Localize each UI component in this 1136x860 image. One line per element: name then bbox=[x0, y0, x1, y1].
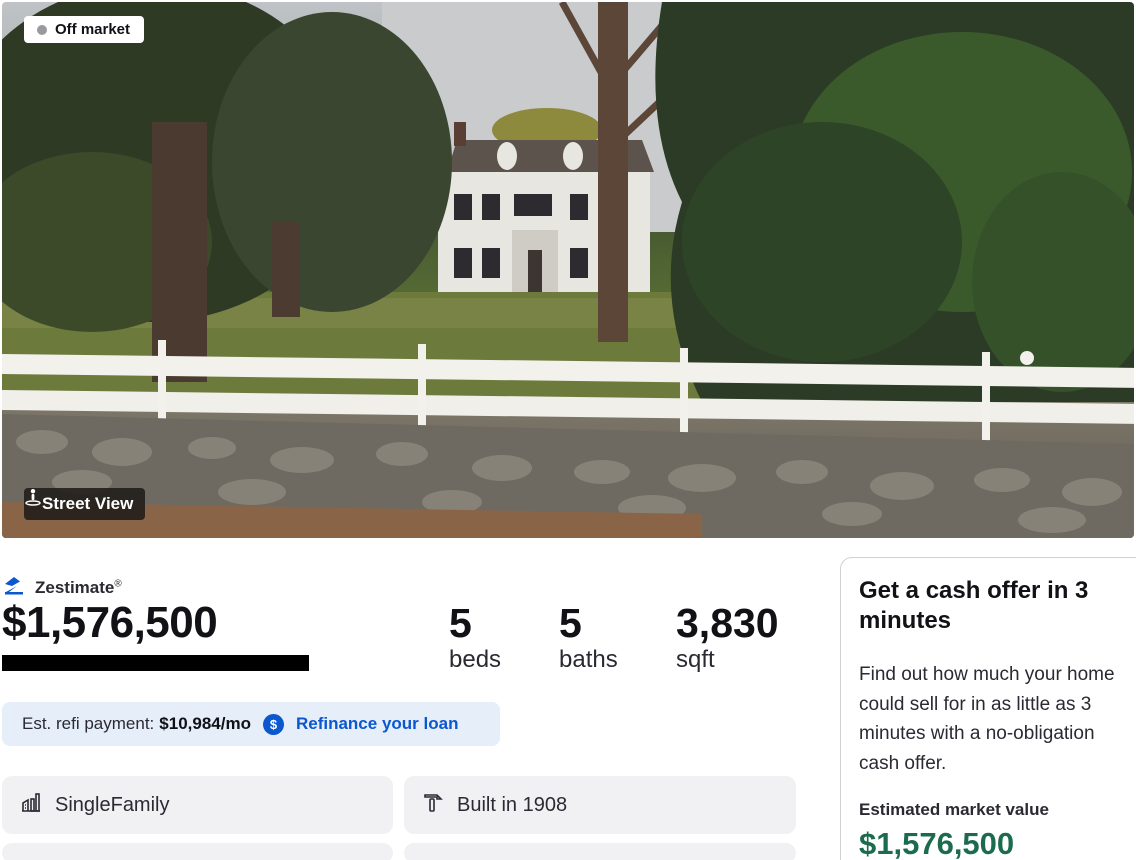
cash-offer-body: Find out how much your home could sell f… bbox=[859, 664, 1115, 774]
fact-card-partial-right bbox=[404, 843, 796, 860]
cash-offer-title: Get a cash offer in 3 minutes bbox=[859, 577, 1089, 634]
refi-amount: $10,984/mo bbox=[159, 714, 251, 733]
zestimate-header: Zestimate® bbox=[3, 574, 122, 601]
cash-offer-panel: Get a cash offer in 3 minutes Find out h… bbox=[840, 557, 1136, 860]
building-chart-icon bbox=[19, 790, 43, 820]
status-dot-icon bbox=[37, 24, 47, 35]
property-photo[interactable]: Off market Street View bbox=[2, 2, 1134, 538]
fact-card-partial-left bbox=[2, 843, 393, 860]
refinance-link[interactable]: Refinance your loan bbox=[296, 714, 458, 734]
off-market-label: Off market bbox=[55, 21, 131, 38]
fact-baths: 5 baths bbox=[559, 600, 618, 674]
sqft-unit: sqft bbox=[676, 646, 715, 673]
dollar-circle-icon: $ bbox=[262, 713, 284, 735]
baths-unit: baths bbox=[559, 646, 618, 673]
zillow-logo-icon bbox=[3, 574, 25, 601]
street-view-photo-art bbox=[2, 2, 1134, 538]
fact-sqft: 3,830 sqft bbox=[676, 600, 779, 674]
zestimate-label-text: Zestimate bbox=[35, 577, 115, 597]
fact-beds: 5 beds bbox=[449, 600, 501, 674]
beds-unit: beds bbox=[449, 646, 502, 673]
baths-value: 5 bbox=[559, 600, 582, 646]
zestimate-price: $1,576,500 bbox=[2, 598, 218, 647]
home-type-text: SingleFamily bbox=[55, 793, 170, 816]
beds-value: 5 bbox=[449, 600, 472, 646]
refi-label: Est. refi payment: bbox=[22, 714, 155, 733]
estimated-market-value-label: Estimated market value bbox=[859, 800, 1049, 819]
redacted-address-bar bbox=[2, 655, 309, 671]
year-built-card: Built in 1908 bbox=[404, 776, 796, 834]
zestimate-label[interactable]: Zestimate® bbox=[35, 578, 122, 598]
home-type-card: SingleFamily bbox=[2, 776, 393, 834]
street-view-button[interactable]: Street View bbox=[24, 488, 146, 520]
off-market-badge: Off market bbox=[24, 16, 145, 43]
sqft-value: 3,830 bbox=[676, 600, 779, 646]
street-view-label: Street View bbox=[42, 494, 134, 513]
registered-mark: ® bbox=[114, 577, 122, 589]
hammer-icon bbox=[421, 790, 445, 820]
refi-banner: Est. refi payment: $10,984/mo $ Refinanc… bbox=[2, 702, 500, 746]
year-built-text: Built in 1908 bbox=[457, 793, 568, 816]
estimated-market-value: $1,576,500 bbox=[859, 826, 1015, 860]
